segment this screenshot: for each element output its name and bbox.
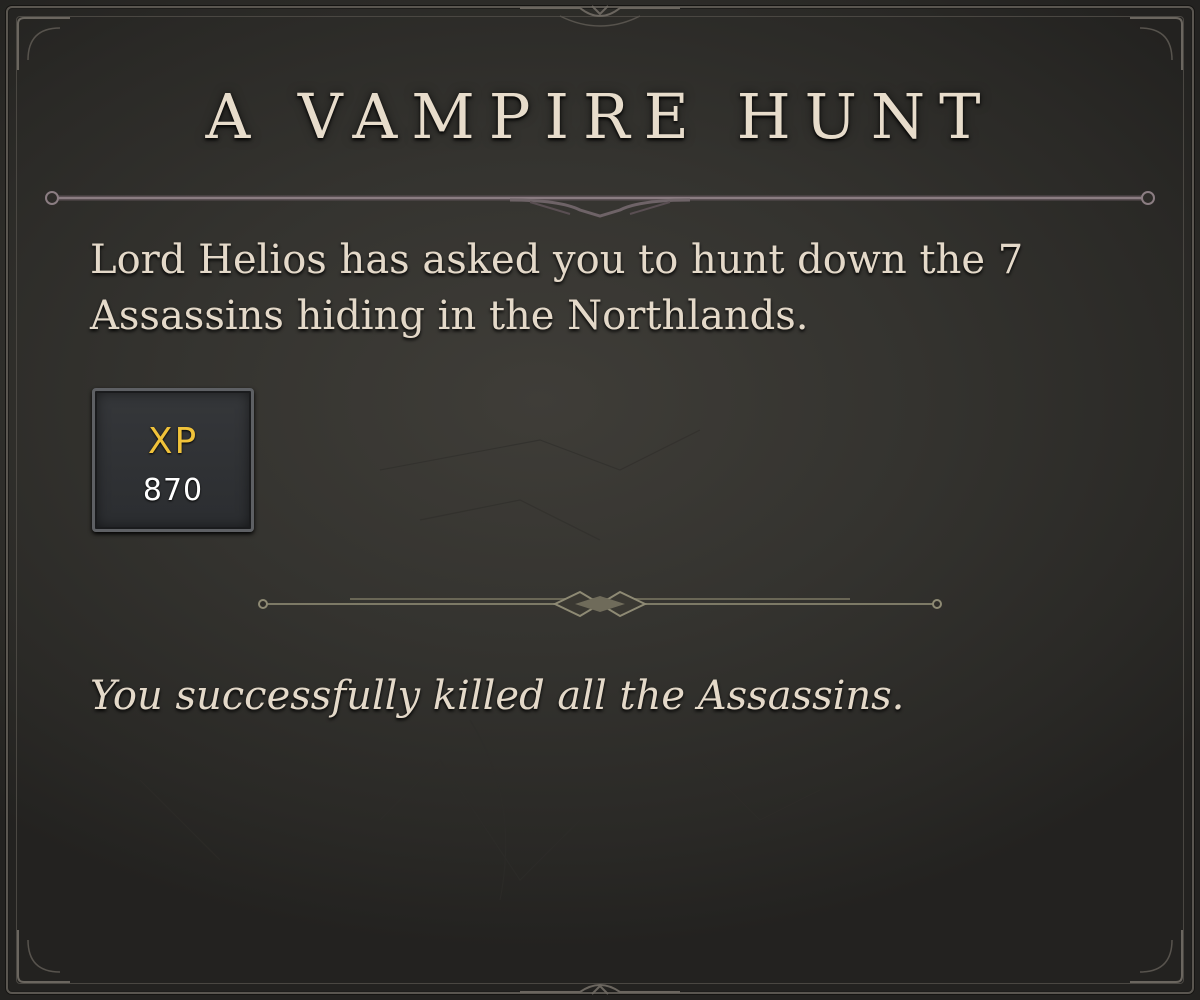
xp-reward-tile: XP 870 [92,388,254,532]
corner-ornament [17,17,70,70]
quest-description: Lord Helios has asked you to hunt down t… [90,237,1024,339]
xp-label: XP [147,421,199,462]
quest-panel: A VAMPIRE HUNT Lord Helios has asked you… [0,0,1200,1000]
quest-title: A VAMPIRE HUNT [205,80,995,153]
xp-value: 870 [142,473,204,508]
corner-ornament [17,930,70,983]
top-ornament [520,5,680,27]
title-divider [45,191,1155,218]
bottom-ornament [520,984,680,995]
corner-ornament [1130,930,1183,983]
quest-completion-text: You successfully killed all the Assassin… [90,673,905,719]
corner-ornament [1130,17,1183,70]
section-divider [258,590,942,618]
